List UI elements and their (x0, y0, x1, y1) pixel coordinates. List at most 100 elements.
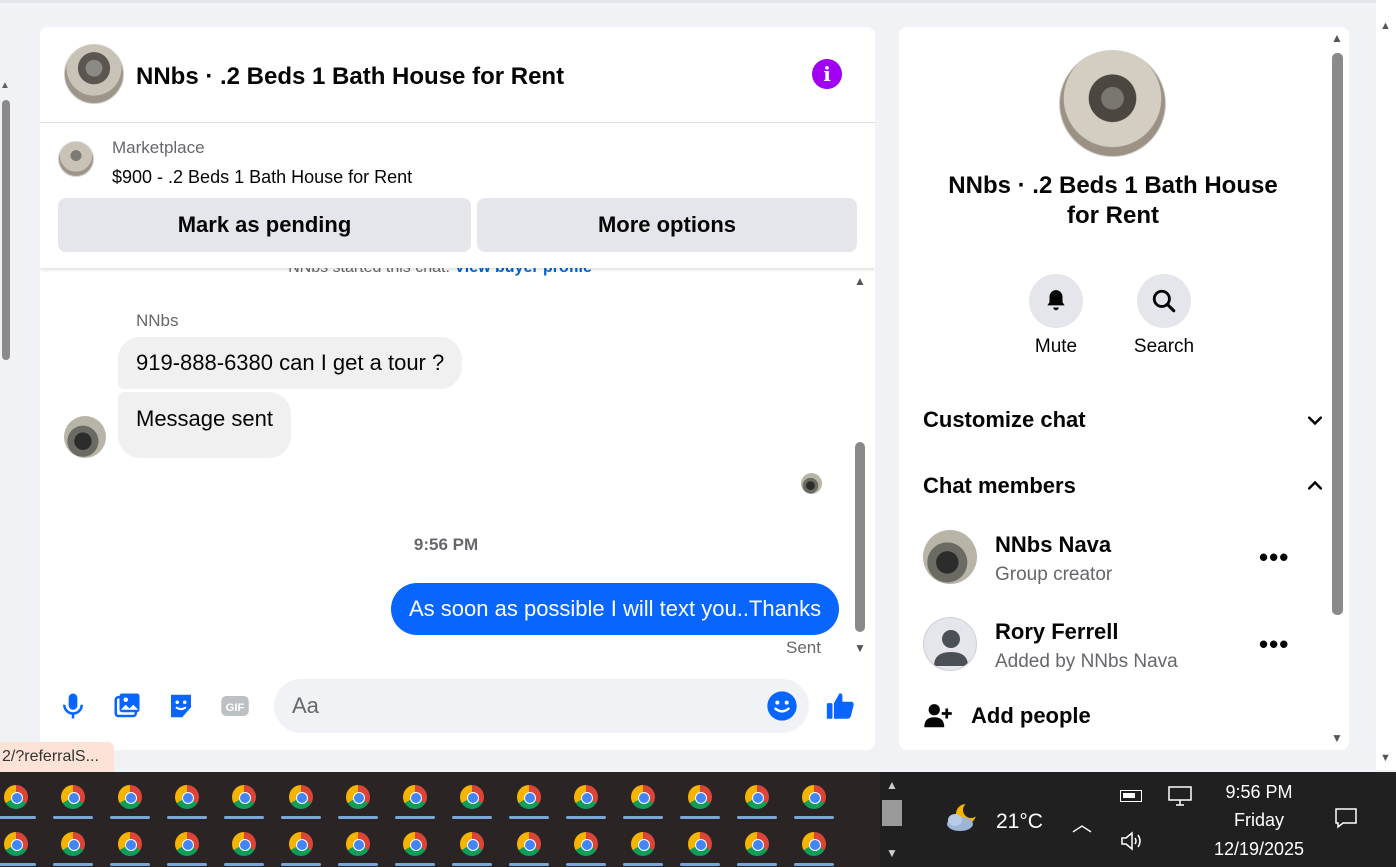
info-avatar[interactable] (1059, 50, 1166, 157)
chrome-window-icon[interactable] (232, 785, 256, 809)
active-window-indicator (794, 816, 834, 819)
gif-icon[interactable]: GIF (220, 691, 250, 721)
active-window-indicator (338, 863, 378, 866)
scroll-up-arrow-icon[interactable]: ▲ (0, 80, 10, 91)
scroll-down-arrow-icon[interactable]: ▼ (1380, 752, 1391, 764)
info-icon[interactable]: i (812, 59, 842, 89)
active-window-indicator (395, 816, 435, 819)
chrome-window-icon[interactable] (118, 832, 142, 856)
chat-avatar[interactable] (64, 44, 124, 104)
show-hidden-icons-icon[interactable]: ︿ (1072, 808, 1092, 837)
active-window-indicator (53, 863, 93, 866)
chrome-window-icon[interactable] (460, 785, 484, 809)
volume-icon[interactable] (1120, 830, 1144, 852)
sender-avatar[interactable] (64, 416, 106, 458)
messages-scrollbar[interactable]: ▲ ▼ (852, 274, 868, 659)
add-people-button[interactable]: Add people (923, 701, 1223, 733)
listing-thumbnail[interactable] (58, 141, 94, 177)
listing-title[interactable]: $900 - .2 Beds 1 Bath House for Rent (112, 167, 412, 188)
chrome-window-icon[interactable] (175, 832, 199, 856)
mute-button[interactable] (1029, 274, 1083, 328)
avatar[interactable] (923, 530, 977, 584)
clock-day[interactable]: Friday (1204, 810, 1314, 831)
avatar[interactable] (923, 617, 977, 671)
chrome-window-icon[interactable] (460, 832, 484, 856)
info-panel-scrollbar[interactable]: ▲ ▼ (1329, 27, 1347, 750)
scroll-down-arrow-icon[interactable]: ▼ (886, 846, 898, 860)
chrome-window-icon[interactable] (574, 832, 598, 856)
chrome-window-icon[interactable] (517, 832, 541, 856)
chrome-window-icon[interactable] (517, 785, 541, 809)
page-scrollbar-right[interactable]: ▲ ▼ (1376, 0, 1396, 770)
taskbar-scroller[interactable]: ▲ ▼ (880, 772, 904, 867)
search-button[interactable] (1137, 274, 1191, 328)
scroll-thumb[interactable] (855, 442, 865, 632)
chrome-window-icon[interactable] (631, 832, 655, 856)
add-people-label: Add people (971, 703, 1091, 728)
chrome-window-icon[interactable] (403, 832, 427, 856)
chat-members-label: Chat members (923, 473, 1076, 498)
incoming-message[interactable]: 919-888-6380 can I get a tour ? (118, 337, 463, 389)
incoming-message[interactable]: Message sent (118, 392, 291, 458)
chrome-window-icon[interactable] (289, 785, 313, 809)
active-window-indicator (452, 816, 492, 819)
temperature[interactable]: 21°C (996, 810, 1043, 834)
member-row[interactable]: Rory Ferrell Added by NNbs Nava ••• (923, 617, 1307, 677)
customize-chat-section[interactable]: Customize chat (923, 407, 1323, 433)
thumbs-up-icon[interactable] (824, 689, 858, 723)
chrome-window-icon[interactable] (61, 832, 85, 856)
chrome-window-icon[interactable] (745, 785, 769, 809)
chrome-window-icon[interactable] (346, 785, 370, 809)
member-row[interactable]: NNbs Nava Group creator ••• (923, 530, 1307, 590)
chrome-window-icon[interactable] (802, 785, 826, 809)
scroll-thumb[interactable] (882, 800, 902, 826)
active-window-indicator (737, 863, 777, 866)
chrome-window-icon[interactable] (688, 785, 712, 809)
outgoing-message[interactable]: As soon as possible I will text you..Tha… (391, 583, 840, 635)
message-input[interactable] (274, 679, 809, 733)
chrome-window-icon[interactable] (802, 832, 826, 856)
svg-text:GIF: GIF (226, 702, 245, 714)
chrome-window-icon[interactable] (403, 785, 427, 809)
battery-icon[interactable] (1120, 790, 1142, 802)
microphone-icon[interactable] (58, 691, 88, 721)
weather-moon-cloud-icon[interactable] (944, 800, 984, 836)
search-label: Search (1133, 336, 1195, 357)
scroll-up-arrow-icon[interactable]: ▲ (1331, 31, 1343, 45)
chrome-window-icon[interactable] (289, 832, 313, 856)
scroll-thumb[interactable] (1332, 53, 1343, 615)
chat-info-panel: NNbs · .2 Beds 1 Bath House for Rent Mut… (899, 27, 1349, 750)
clock-date[interactable]: 12/19/2025 (1204, 839, 1314, 860)
chat-members-section[interactable]: Chat members (923, 473, 1323, 499)
mark-as-pending-button[interactable]: Mark as pending (58, 198, 471, 252)
scroll-down-arrow-icon[interactable]: ▼ (1331, 731, 1343, 745)
taskbar: ▲ ▼ 21°C ︿ 9:56 PM Friday 12/19/2025 (0, 772, 1396, 867)
notification-icon[interactable] (1334, 806, 1358, 830)
scroll-down-arrow-icon[interactable]: ▼ (854, 641, 866, 655)
chrome-window-icon[interactable] (631, 785, 655, 809)
chrome-window-icon[interactable] (688, 832, 712, 856)
chrome-window-icon[interactable] (4, 832, 28, 856)
chrome-window-icon[interactable] (346, 832, 370, 856)
more-options-button[interactable]: More options (477, 198, 857, 252)
page-scrollbar-left[interactable]: ▲ (0, 80, 12, 370)
scroll-thumb[interactable] (2, 100, 10, 360)
more-options-icon[interactable]: ••• (1259, 542, 1289, 573)
emoji-icon[interactable] (766, 690, 798, 722)
chat-title[interactable]: NNbs · .2 Beds 1 Bath House for Rent (136, 63, 564, 91)
chrome-window-icon[interactable] (745, 832, 769, 856)
scroll-up-arrow-icon[interactable]: ▲ (854, 274, 866, 288)
chrome-window-icon[interactable] (4, 785, 28, 809)
clock-time[interactable]: 9:56 PM (1204, 782, 1314, 803)
chrome-window-icon[interactable] (61, 785, 85, 809)
chrome-window-icon[interactable] (574, 785, 598, 809)
chrome-window-icon[interactable] (232, 832, 256, 856)
sticker-icon[interactable] (166, 691, 196, 721)
photo-icon[interactable] (112, 691, 142, 721)
scroll-up-arrow-icon[interactable]: ▲ (886, 778, 898, 792)
scroll-up-arrow-icon[interactable]: ▲ (1380, 20, 1391, 32)
chrome-window-icon[interactable] (175, 785, 199, 809)
chrome-window-icon[interactable] (118, 785, 142, 809)
more-options-icon[interactable]: ••• (1259, 629, 1289, 660)
network-icon[interactable] (1168, 786, 1192, 806)
